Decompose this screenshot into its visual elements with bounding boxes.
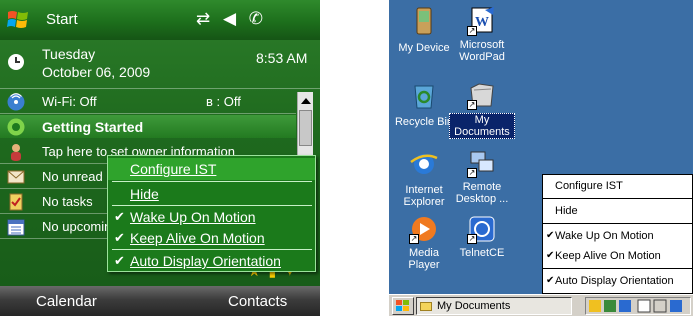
check-icon: ✔ [114, 230, 125, 245]
check-icon: ✔ [546, 250, 555, 261]
wake-up-label: Wake Up On Motion [130, 209, 256, 225]
start-flag-icon[interactable] [6, 8, 30, 32]
configure-ist-label: Configure IST [130, 161, 217, 177]
wifi-row[interactable]: Wi-Fi: Off ʙ : Off [0, 90, 296, 113]
desktop-icon-remote-desktop[interactable]: ↗ Remote Desktop ... [449, 148, 515, 205]
configure-ist-label: Configure IST [555, 180, 623, 192]
wifi-status: Wi-Fi: Off [42, 94, 97, 109]
menu-item-keep-alive-on-motion[interactable]: ✔ Keep Alive On Motion [543, 245, 692, 267]
desktop-icon-my-documents[interactable]: ↗ My Documents [449, 80, 515, 139]
shortcut-arrow-icon: ↗ [467, 234, 477, 244]
icon-label: Microsoft WordPad [459, 39, 505, 63]
title-bar: Start ⇄ ◀ ✆ [0, 0, 320, 40]
softkey-contacts[interactable]: Contacts [228, 293, 287, 310]
icon-label: Remote Desktop ... [455, 181, 509, 205]
check-icon: ✔ [546, 275, 555, 286]
icon-label: My Device [398, 42, 450, 54]
desktop-icon-my-device[interactable]: My Device [391, 6, 457, 54]
taskbar-button-label: My Documents [437, 300, 511, 312]
menu-item-wake-up-on-motion[interactable]: ✔ Wake Up On Motion [543, 225, 692, 247]
bluetooth-status: ʙ : Off [206, 94, 241, 109]
windows-mobile-screen: Start ⇄ ◀ ✆ Tuesday October 06, 2009 8:5… [0, 0, 320, 316]
menu-item-keep-alive-on-motion[interactable]: ✔ Keep Alive On Motion [108, 227, 315, 249]
envelope-icon [7, 170, 25, 184]
tray-icons[interactable] [586, 298, 690, 314]
auto-orientation-label: Auto Display Orientation [555, 275, 674, 287]
menu-item-configure-ist[interactable]: Configure IST [108, 158, 315, 180]
tasks-icon [9, 193, 23, 211]
tasks-label: No tasks [42, 194, 93, 209]
menu-separator [543, 223, 692, 224]
recycle-bin-icon [414, 85, 434, 109]
list-item-getting-started[interactable]: Getting Started [0, 115, 296, 138]
desktop-icon-recycle-bin[interactable]: Recycle Bin [391, 80, 457, 128]
softkey-calendar[interactable]: Calendar [36, 293, 97, 310]
windows-logo-icon [396, 300, 409, 311]
divider [0, 113, 296, 114]
menu-item-hide[interactable]: Hide [543, 200, 692, 222]
icon-label: Internet Explorer [403, 184, 445, 208]
menu-separator [543, 198, 692, 199]
internet-explorer-icon [410, 154, 438, 174]
menu-item-auto-display-orientation[interactable]: ✔ Auto Display Orientation [108, 250, 315, 272]
check-icon: ✔ [546, 230, 555, 241]
scroll-up-icon[interactable] [301, 98, 311, 104]
start-label[interactable]: Start [46, 11, 78, 28]
system-tray[interactable] [585, 297, 691, 315]
taskbar: My Documents [389, 294, 693, 316]
menu-separator [112, 181, 312, 182]
desktop-icon-wordpad[interactable]: W ↗ Microsoft WordPad [449, 6, 515, 63]
menu-item-auto-display-orientation[interactable]: ✔ Auto Display Orientation [543, 270, 692, 292]
folder-icon [420, 302, 432, 311]
divider [0, 88, 320, 89]
menu-item-configure-ist[interactable]: Configure IST [543, 175, 692, 197]
check-icon: ✔ [114, 253, 125, 268]
ist-context-menu: Configure IST Hide ✔ Wake Up On Motion ✔… [542, 174, 693, 294]
desktop-icon-media-player[interactable]: ↗ Media Player [391, 214, 457, 271]
keep-alive-label: Keep Alive On Motion [555, 250, 661, 262]
status-icons[interactable]: ⇄ ◀ ✆ [196, 9, 267, 29]
check-icon: ✔ [114, 209, 125, 224]
icon-label: TelnetCE [459, 247, 505, 259]
menu-separator [543, 268, 692, 269]
icon-label: Media Player [408, 247, 440, 271]
taskbar-button-my-documents[interactable]: My Documents [416, 297, 572, 315]
getting-started-icon [7, 118, 25, 136]
device-icon [416, 7, 432, 35]
shortcut-arrow-icon: ↗ [467, 168, 477, 178]
date-time-row[interactable]: Tuesday October 06, 2009 8:53 AM [0, 40, 320, 88]
shortcut-arrow-icon: ↗ [409, 234, 419, 244]
date-day: Tuesday [42, 46, 96, 62]
getting-started-label: Getting Started [42, 119, 144, 135]
wifi-icon [7, 93, 25, 111]
softkey-bar: Calendar Contacts [0, 286, 320, 316]
clock-time: 8:53 AM [256, 50, 308, 66]
shortcut-arrow-icon: ↗ [467, 100, 477, 110]
ist-context-menu: Configure IST Hide ✔ Wake Up On Motion ✔… [107, 155, 316, 272]
menu-item-wake-up-on-motion[interactable]: ✔ Wake Up On Motion [108, 206, 315, 228]
date-full: October 06, 2009 [42, 64, 151, 80]
clock-icon [8, 54, 24, 70]
auto-orientation-label: Auto Display Orientation [130, 253, 281, 269]
scroll-thumb[interactable] [299, 110, 312, 146]
shortcut-arrow-icon: ↗ [467, 26, 477, 36]
icon-label: Recycle Bin [394, 116, 454, 128]
start-button[interactable] [392, 297, 414, 315]
desktop-icon-internet-explorer[interactable]: Internet Explorer [391, 148, 457, 208]
icon-label: My Documents [449, 113, 515, 139]
menu-item-hide[interactable]: Hide [108, 183, 315, 205]
windows-ce-desktop: My Device W ↗ Microsoft WordPad Recycle … [389, 0, 693, 316]
hide-label: Hide [130, 186, 159, 202]
calendar-icon [7, 219, 25, 236]
keep-alive-label: Keep Alive On Motion [130, 230, 265, 246]
person-icon [11, 144, 21, 161]
hide-label: Hide [555, 205, 578, 217]
svg-text:W: W [475, 15, 489, 30]
wake-up-label: Wake Up On Motion [555, 230, 654, 242]
desktop-icon-telnetce[interactable]: ↗ TelnetCE [449, 214, 515, 259]
